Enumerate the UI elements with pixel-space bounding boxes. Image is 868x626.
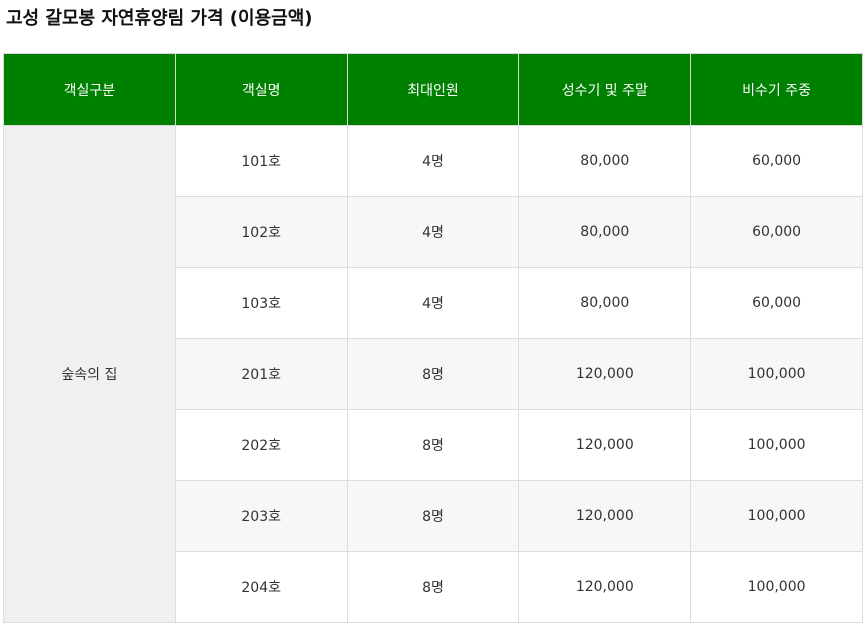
capacity-cell: 8명: [346, 551, 520, 623]
peak-price-cell: 80,000: [518, 196, 692, 268]
room-name-cell: 103호: [174, 267, 348, 339]
offpeak-price-cell: 100,000: [690, 409, 863, 481]
table-header-row: 객실구분 객실명 최대인원 성수기 및 주말 비수기 주중: [3, 53, 863, 126]
price-table: 객실구분 객실명 최대인원 성수기 및 주말 비수기 주중 숲속의 집 101호…: [3, 53, 863, 623]
peak-price-cell: 120,000: [518, 480, 692, 552]
offpeak-price-cell: 100,000: [690, 551, 863, 623]
table-row: 숲속의 집 101호 4명 80,000 60,000: [3, 125, 863, 623]
header-room-type: 객실구분: [3, 53, 176, 126]
room-name-cell: 102호: [174, 196, 348, 268]
room-name-cell: 204호: [174, 551, 348, 623]
room-type-cell: 숲속의 집: [3, 125, 176, 623]
peak-price-cell: 120,000: [518, 338, 692, 410]
room-name-cell: 201호: [174, 338, 348, 410]
room-name-cell: 202호: [174, 409, 348, 481]
capacity-cell: 8명: [346, 480, 520, 552]
capacity-cell: 8명: [346, 338, 520, 410]
capacity-cell: 8명: [346, 409, 520, 481]
peak-price-cell: 120,000: [518, 551, 692, 623]
offpeak-price-cell: 60,000: [690, 196, 863, 268]
peak-price-cell: 80,000: [518, 267, 692, 339]
capacity-cell: 4명: [346, 125, 520, 197]
offpeak-price-cell: 60,000: [690, 267, 863, 339]
peak-price-cell: 80,000: [518, 125, 692, 197]
peak-price-cell: 120,000: [518, 409, 692, 481]
room-name-cell: 101호: [174, 125, 348, 197]
header-peak-weekend-price: 성수기 및 주말: [518, 53, 692, 126]
room-name-cell: 203호: [174, 480, 348, 552]
offpeak-price-cell: 100,000: [690, 480, 863, 552]
header-offpeak-weekday-price: 비수기 주중: [690, 53, 863, 126]
header-max-capacity: 최대인원: [346, 53, 520, 126]
capacity-cell: 4명: [346, 196, 520, 268]
page-title: 고성 갈모봉 자연휴양림 가격 (이용금액): [6, 8, 313, 29]
offpeak-price-cell: 60,000: [690, 125, 863, 197]
offpeak-price-cell: 100,000: [690, 338, 863, 410]
header-room-name: 객실명: [174, 53, 348, 126]
capacity-cell: 4명: [346, 267, 520, 339]
